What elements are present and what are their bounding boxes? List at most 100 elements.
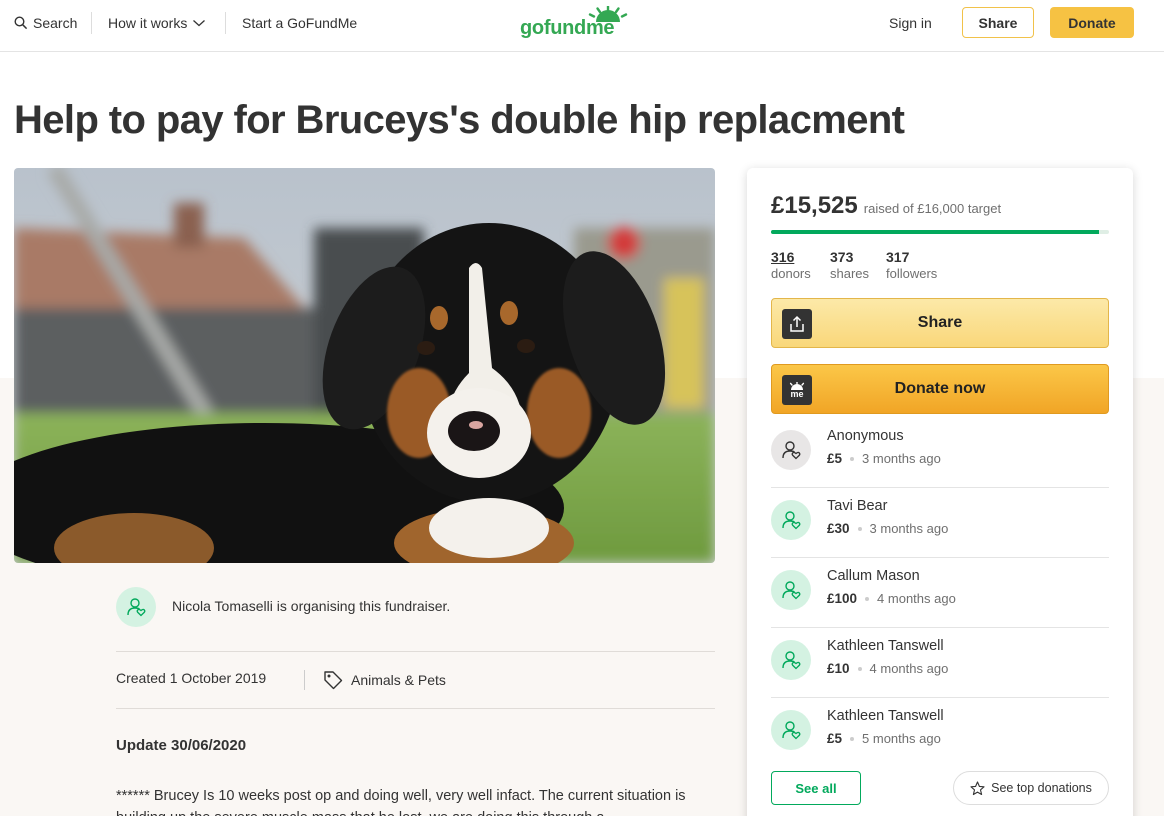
progress-bar bbox=[771, 230, 1109, 234]
donor-avatar bbox=[771, 710, 811, 750]
see-top-donations-button[interactable]: See top donations bbox=[953, 771, 1109, 805]
logo-text: gofundme bbox=[520, 17, 615, 39]
donation-details: £5 3 months ago bbox=[827, 451, 941, 466]
donor-divider bbox=[771, 487, 1109, 488]
see-top-label: See top donations bbox=[991, 781, 1092, 795]
organiser-avatar bbox=[116, 587, 156, 627]
campaign-photo bbox=[14, 168, 715, 563]
donor-avatar bbox=[771, 500, 811, 540]
donation-amount: £10 bbox=[827, 661, 850, 676]
nav-divider bbox=[225, 12, 226, 34]
share-button[interactable]: Share bbox=[771, 298, 1109, 348]
top-header: Search How it works Start a GoFundMe gof… bbox=[0, 0, 1164, 52]
separator-dot bbox=[850, 456, 855, 461]
donation-item: Kathleen Tanswell £5 5 months ago bbox=[771, 702, 1109, 772]
shares-stat: 373 shares bbox=[830, 249, 869, 281]
page-title: Help to pay for Bruceys's double hip rep… bbox=[14, 98, 905, 142]
gofundme-logo[interactable]: gofundme bbox=[520, 6, 630, 40]
donation-amount: £5 bbox=[827, 451, 843, 466]
sign-in-link[interactable]: Sign in bbox=[889, 0, 932, 46]
donation-item: Anonymous £5 3 months ago bbox=[771, 422, 1109, 492]
search-nav[interactable]: Search bbox=[14, 0, 77, 46]
donor-divider bbox=[771, 627, 1109, 628]
separator-dot bbox=[850, 736, 855, 741]
divider bbox=[116, 651, 715, 652]
update-title: Update 30/06/2020 bbox=[116, 737, 247, 754]
donate-now-label: Donate now bbox=[894, 380, 986, 397]
see-all-label: See all bbox=[795, 780, 837, 796]
see-all-button[interactable]: See all bbox=[771, 771, 861, 805]
header-share-button[interactable]: Share bbox=[962, 7, 1034, 38]
donor-name: Callum Mason bbox=[827, 568, 920, 584]
raised-target: raised of £16,000 target bbox=[863, 201, 1002, 216]
donor-name: Anonymous bbox=[827, 428, 904, 444]
gofundme-me-icon: me bbox=[782, 375, 812, 405]
chevron-down-icon bbox=[193, 20, 206, 27]
donation-details: £5 5 months ago bbox=[827, 731, 941, 746]
separator-dot bbox=[865, 596, 870, 601]
donate-icon-text: me bbox=[790, 388, 804, 399]
followers-label: followers bbox=[886, 266, 938, 281]
donors-count: 316 bbox=[771, 249, 795, 265]
donors-stat[interactable]: 316 donors bbox=[771, 249, 811, 281]
donation-item: Tavi Bear £30 3 months ago bbox=[771, 492, 1109, 562]
separator-dot bbox=[857, 666, 862, 671]
user-heart-icon bbox=[127, 598, 146, 617]
raised-amount: £15,525 bbox=[771, 192, 858, 219]
donor-name: Tavi Bear bbox=[827, 498, 888, 514]
followers-stat: 317 followers bbox=[886, 249, 937, 281]
user-heart-icon bbox=[782, 581, 801, 600]
donation-card: £15,525 raised of £16,000 target 316 don… bbox=[747, 168, 1133, 816]
shares-count: 373 bbox=[830, 249, 854, 265]
donor-avatar bbox=[771, 430, 811, 470]
user-heart-icon bbox=[782, 441, 801, 460]
donation-time: 4 months ago bbox=[877, 591, 956, 606]
user-heart-icon bbox=[782, 651, 801, 670]
donor-divider bbox=[771, 557, 1109, 558]
star-icon bbox=[970, 780, 985, 795]
tag-icon bbox=[324, 671, 343, 690]
nav-divider bbox=[91, 12, 92, 34]
donation-item: Callum Mason £100 4 months ago bbox=[771, 562, 1109, 632]
meta-divider bbox=[304, 670, 305, 690]
donor-divider bbox=[771, 697, 1109, 698]
share-icon bbox=[782, 309, 812, 339]
category-label: Animals & Pets bbox=[351, 672, 446, 688]
share-label: Share bbox=[917, 314, 963, 331]
search-label: Search bbox=[33, 15, 78, 31]
divider bbox=[116, 708, 715, 709]
story-text: ****** Brucey Is 10 weeks post op and do… bbox=[116, 788, 686, 816]
donation-time: 5 months ago bbox=[862, 731, 941, 746]
donation-time: 4 months ago bbox=[869, 661, 949, 676]
donor-name: Kathleen Tanswell bbox=[827, 638, 944, 654]
user-heart-icon bbox=[782, 511, 801, 530]
start-gofundme-label: Start a GoFundMe bbox=[242, 15, 358, 31]
category-link[interactable]: Animals & Pets bbox=[323, 670, 446, 690]
puppy-image bbox=[14, 168, 715, 563]
how-it-works-menu[interactable]: How it works bbox=[108, 0, 206, 46]
header-share-label: Share bbox=[978, 14, 1018, 31]
created-label: Created 1 October 2019 bbox=[116, 670, 267, 686]
header-donate-button[interactable]: Donate bbox=[1050, 7, 1134, 38]
donation-amount: £30 bbox=[827, 521, 850, 536]
donation-details: £100 4 months ago bbox=[827, 591, 956, 606]
created-date: Created 1 October 2019 bbox=[116, 670, 266, 686]
header-donate-label: Donate bbox=[1068, 14, 1116, 31]
how-it-works-label: How it works bbox=[108, 15, 188, 31]
donation-amount: £5 bbox=[827, 731, 843, 746]
organiser-text: Nicola Tomaselli is organising this fund… bbox=[172, 598, 451, 614]
donate-now-button[interactable]: me Donate now bbox=[771, 364, 1109, 414]
search-icon bbox=[14, 16, 28, 30]
user-heart-icon bbox=[782, 721, 801, 740]
start-gofundme-link[interactable]: Start a GoFundMe bbox=[242, 0, 357, 46]
shares-label: shares bbox=[830, 266, 870, 281]
sign-in-label: Sign in bbox=[889, 15, 932, 31]
donation-item: Kathleen Tanswell £10 4 months ago bbox=[771, 632, 1109, 702]
donation-details: £30 3 months ago bbox=[827, 521, 948, 536]
raised-summary: £15,525 raised of £16,000 target bbox=[771, 192, 1001, 220]
donor-avatar bbox=[771, 640, 811, 680]
donors-label: donors bbox=[771, 266, 811, 281]
separator-dot bbox=[857, 526, 862, 531]
donation-details: £10 4 months ago bbox=[827, 661, 948, 676]
donor-name: Kathleen Tanswell bbox=[827, 708, 944, 724]
